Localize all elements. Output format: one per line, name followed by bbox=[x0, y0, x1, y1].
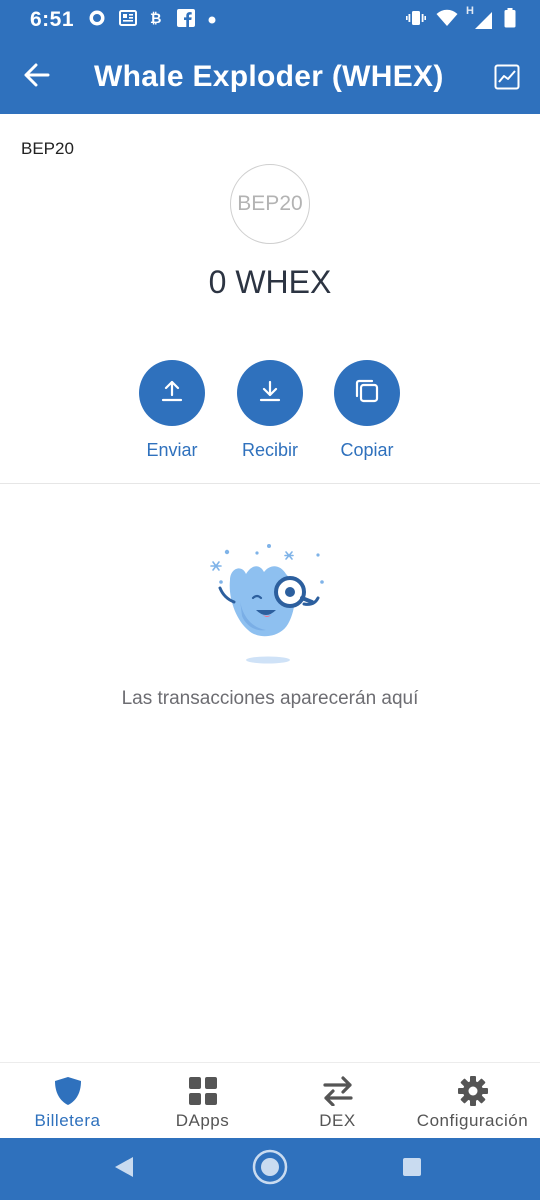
nav-label-dapps: DApps bbox=[175, 1111, 230, 1130]
news-icon bbox=[119, 9, 138, 32]
copy-icon bbox=[354, 378, 380, 409]
system-home-button[interactable] bbox=[252, 1149, 288, 1190]
upload-icon bbox=[161, 379, 183, 408]
triangle-back-icon bbox=[113, 1156, 135, 1183]
divider bbox=[0, 483, 540, 484]
send-label: Enviar bbox=[146, 440, 198, 460]
send-button[interactable]: Enviar bbox=[122, 360, 222, 461]
status-time: 6:51 bbox=[30, 8, 75, 31]
nav-item-settings[interactable]: Configuración bbox=[405, 1063, 540, 1138]
token-logo: BEP20 bbox=[230, 164, 310, 244]
nav-label-settings: Configuración bbox=[416, 1111, 529, 1130]
nav-label-wallet: Billetera bbox=[34, 1111, 101, 1130]
swap-icon bbox=[322, 1075, 354, 1107]
vibrate-icon bbox=[406, 9, 426, 32]
status-bar: 6:51 ₿ H bbox=[0, 0, 540, 40]
chart-icon bbox=[494, 64, 520, 94]
copy-label: Copiar bbox=[340, 440, 394, 460]
square-recents-icon bbox=[402, 1157, 422, 1182]
signal-app-icon bbox=[88, 9, 106, 32]
token-logo-text: BEP20 bbox=[237, 192, 303, 215]
facebook-icon bbox=[177, 8, 196, 32]
grid-icon bbox=[187, 1075, 219, 1107]
battery-icon bbox=[504, 7, 516, 33]
status-right-icons: H bbox=[406, 5, 516, 33]
gear-icon bbox=[457, 1075, 489, 1107]
bottom-nav: Billetera DApps DEX Configuración bbox=[0, 1062, 540, 1138]
page-title: Whale Exploder (WHEX) bbox=[94, 60, 444, 93]
send-circle[interactable] bbox=[139, 360, 205, 426]
token-type-label: BEP20 bbox=[21, 139, 74, 158]
circle-home-icon bbox=[252, 1149, 288, 1190]
nav-item-wallet[interactable]: Billetera bbox=[0, 1063, 135, 1138]
dot-icon bbox=[208, 11, 216, 29]
system-recents-button[interactable] bbox=[394, 1151, 430, 1187]
wifi-icon bbox=[436, 9, 458, 32]
svg-text:₿: ₿ bbox=[150, 11, 161, 26]
copy-circle[interactable] bbox=[334, 360, 400, 426]
nav-label-dex: DEX bbox=[319, 1111, 356, 1130]
shield-icon bbox=[52, 1075, 84, 1107]
system-nav-bar bbox=[0, 1138, 540, 1200]
nav-item-dex[interactable]: DEX bbox=[270, 1063, 405, 1138]
download-icon bbox=[259, 379, 281, 408]
token-balance: 0 WHEX bbox=[208, 264, 332, 300]
receive-button[interactable]: Recibir bbox=[220, 360, 320, 461]
chart-button[interactable] bbox=[494, 64, 522, 92]
arrow-left-icon bbox=[24, 63, 50, 92]
nav-item-dapps[interactable]: DApps bbox=[135, 1063, 270, 1138]
empty-state-text: Las transacciones aparecerán aquí bbox=[121, 688, 419, 709]
receive-label: Recibir bbox=[241, 440, 298, 460]
action-row: Enviar Recibir Copiar bbox=[0, 360, 540, 470]
status-left-icons: ₿ bbox=[88, 8, 216, 32]
crypto-icon: ₿ bbox=[150, 10, 164, 31]
copy-button[interactable]: Copiar bbox=[317, 360, 417, 461]
app-bar: Whale Exploder (WHEX) bbox=[0, 40, 540, 114]
whale-magnifier-icon bbox=[200, 540, 340, 670]
back-button[interactable] bbox=[0, 40, 74, 114]
receive-circle[interactable] bbox=[237, 360, 303, 426]
h-signal-icon: H bbox=[466, 5, 494, 31]
system-back-button[interactable] bbox=[106, 1151, 142, 1187]
